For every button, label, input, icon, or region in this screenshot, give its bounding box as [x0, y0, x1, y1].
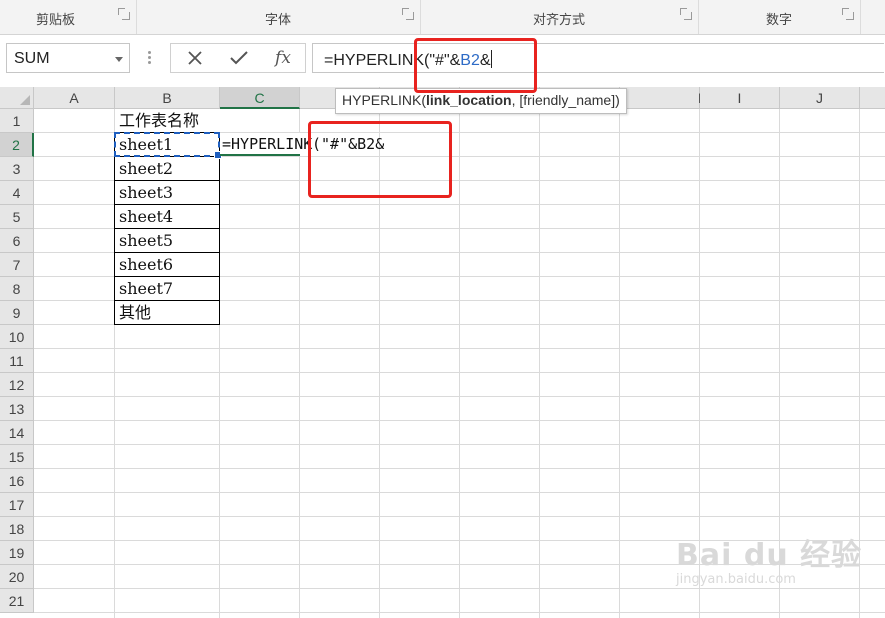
row-header-19[interactable]: 19 — [0, 541, 34, 565]
ribbon-group-label: 字体 — [264, 13, 291, 28]
formula-buttons: fx — [170, 43, 306, 73]
annotation-highlight-formula — [414, 38, 537, 93]
sheet-list-item[interactable]: 其他 — [114, 300, 220, 325]
row-header-4[interactable]: 4 — [0, 181, 34, 205]
row-header-15[interactable]: 15 — [0, 445, 34, 469]
ribbon-group-alignment: 对齐方式 — [420, 0, 699, 34]
row-header-2[interactable]: 2 — [0, 133, 34, 157]
name-box-value: SUM — [14, 50, 50, 67]
sheet-list-item[interactable]: sheet4 — [114, 204, 220, 229]
row-header-9[interactable]: 9 — [0, 301, 34, 325]
row-header-20[interactable]: 20 — [0, 565, 34, 589]
column-header-c[interactable]: C — [220, 87, 300, 109]
select-all-button[interactable] — [0, 87, 34, 109]
row-header-7[interactable]: 7 — [0, 253, 34, 277]
column-header-a[interactable]: A — [34, 87, 115, 109]
row-header-16[interactable]: 16 — [0, 469, 34, 493]
chevron-down-icon[interactable] — [115, 57, 123, 62]
column-header-h[interactable]: H — [620, 87, 708, 109]
referenced-cell-highlight — [114, 132, 222, 159]
insert-function-button[interactable]: fx — [265, 46, 301, 70]
ribbon-group-number: 数字 — [698, 0, 861, 34]
column-header-b[interactable]: B — [115, 87, 220, 109]
column-header-i[interactable]: I — [700, 87, 780, 109]
sheet-list-item[interactable]: sheet3 — [114, 180, 220, 205]
dialog-launcher-icon[interactable] — [680, 8, 692, 20]
row-header-5[interactable]: 5 — [0, 205, 34, 229]
check-icon[interactable] — [221, 46, 257, 70]
cell-edit-text[interactable]: =HYPERLINK — [222, 133, 313, 156]
sheet-list-item[interactable]: sheet7 — [114, 276, 220, 301]
close-icon[interactable] — [177, 46, 213, 70]
sheet-list-item[interactable]: sheet5 — [114, 228, 220, 253]
tooltip-function-name[interactable]: HYPERLINK( — [342, 92, 426, 108]
row-header-13[interactable]: 13 — [0, 397, 34, 421]
annotation-highlight-cell — [308, 121, 452, 198]
sheet-list-item[interactable]: sheet2 — [114, 156, 220, 181]
row-header-10[interactable]: 10 — [0, 325, 34, 349]
dialog-launcher-icon[interactable] — [842, 8, 854, 20]
cell-edit-text-part1: =HYPERLINK — [222, 135, 313, 153]
row-header-1[interactable]: 1 — [0, 109, 34, 133]
ribbon-group-label: 数字 — [765, 13, 792, 28]
watermark-logo: Bai du 经验 — [676, 538, 863, 573]
ribbon-group-labels: 剪贴板 字体 对齐方式 数字 — [0, 0, 885, 35]
row-header-3[interactable]: 3 — [0, 157, 34, 181]
watermark-url: jingyan.baidu.com — [676, 572, 796, 587]
row-header-21[interactable]: 21 — [0, 589, 34, 613]
row-header-8[interactable]: 8 — [0, 277, 34, 301]
row-header-11[interactable]: 11 — [0, 349, 34, 373]
tooltip-current-argument[interactable]: link_location — [426, 92, 512, 108]
baidu-jingyan-watermark: Bai du 经验 jingyan.baidu.com — [676, 530, 876, 600]
dialog-launcher-icon[interactable] — [402, 8, 414, 20]
row-header-14[interactable]: 14 — [0, 421, 34, 445]
dialog-launcher-icon[interactable] — [118, 8, 130, 20]
row-header-12[interactable]: 12 — [0, 373, 34, 397]
sheet-list-header[interactable]: 工作表名称 — [115, 109, 220, 133]
drag-handle-icon[interactable] — [148, 49, 152, 67]
ribbon-group-label: 对齐方式 — [532, 13, 585, 28]
formula-input[interactable]: =HYPERLINK("#"&B2& — [312, 43, 884, 73]
row-header-17[interactable]: 17 — [0, 493, 34, 517]
ribbon-group-clipboard: 剪贴板 — [0, 0, 137, 34]
ribbon-group-font: 字体 — [136, 0, 421, 34]
row-header-18[interactable]: 18 — [0, 517, 34, 541]
column-header-j[interactable]: J — [780, 87, 860, 109]
sheet-list-item[interactable]: sheet6 — [114, 252, 220, 277]
column-header-k[interactable] — [860, 87, 885, 109]
tooltip-remaining-arguments[interactable]: , [friendly_name]) — [512, 92, 620, 108]
name-box[interactable]: SUM — [6, 43, 130, 73]
row-header-6[interactable]: 6 — [0, 229, 34, 253]
